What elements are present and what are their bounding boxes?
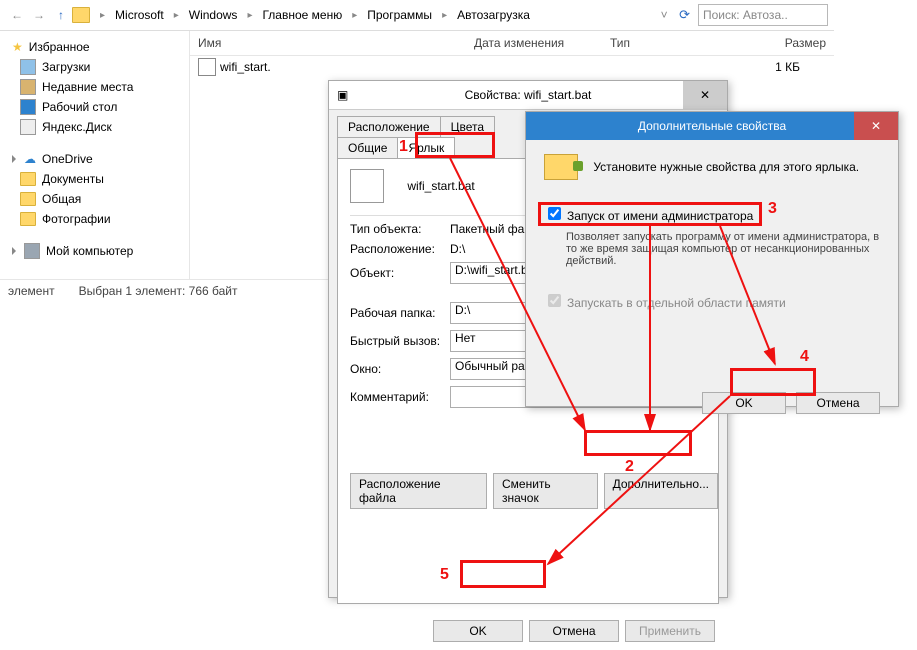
sidebar-label: Рабочий стол — [42, 100, 117, 114]
advanced-button[interactable]: Дополнительно... — [604, 473, 718, 509]
search-input[interactable]: Поиск: Автоза.. — [698, 4, 828, 26]
sidebar-item-documents[interactable]: Документы — [6, 169, 189, 189]
label-comment: Комментарий: — [350, 390, 450, 404]
label-window: Окно: — [350, 362, 450, 376]
advanced-ok-button[interactable]: OK — [702, 392, 786, 414]
file-icon — [198, 58, 216, 76]
col-name[interactable]: Имя — [190, 36, 466, 50]
properties-footer: OK Отмена Применить — [329, 612, 727, 650]
properties-ok-button[interactable]: OK — [433, 620, 523, 642]
sidebar-label: Яндекс.Диск — [42, 120, 112, 134]
separate-memory-checkbox: Запускать в отдельной области памяти — [544, 296, 786, 310]
breadcrumb-item[interactable]: Windows — [185, 6, 242, 24]
col-date[interactable]: Дата изменения — [466, 36, 602, 50]
advanced-folder-icon — [544, 154, 578, 180]
advanced-titlebar[interactable]: Дополнительные свойства ✕ — [526, 112, 898, 140]
nav-up-button[interactable]: ↑ — [50, 4, 72, 26]
tab-colors[interactable]: Цвета — [440, 116, 495, 137]
sidebar-label: Общая — [42, 192, 81, 206]
sidebar-label: Мой компьютер — [46, 244, 133, 258]
properties-titlebar[interactable]: ▣ Свойства: wifi_start.bat ✕ — [329, 81, 727, 110]
sidebar-label: Избранное — [29, 40, 90, 54]
change-icon-button[interactable]: Сменить значок — [493, 473, 598, 509]
breadcrumb-dropdown[interactable]: ˅ — [653, 4, 675, 26]
label-object-type: Тип объекта: — [350, 222, 450, 236]
explorer-toolbar: ← → ↑ ▸Microsoft ▸Windows ▸Главное меню … — [0, 0, 834, 31]
sidebar-item-shared[interactable]: Общая — [6, 189, 189, 209]
shortcut-file-name: wifi_start.bat — [407, 179, 474, 193]
label-workdir: Рабочая папка: — [350, 306, 450, 320]
label-hotkey: Быстрый вызов: — [350, 334, 450, 348]
explorer-sidebar: ★Избранное Загрузки Недавние места Рабоч… — [0, 31, 190, 279]
breadcrumb-item[interactable]: Главное меню — [258, 6, 346, 24]
sidebar-computer-header[interactable]: Мой компьютер — [6, 241, 189, 261]
refresh-button[interactable]: ⟳ — [679, 7, 690, 23]
open-file-location-button[interactable]: Расположение файла — [350, 473, 487, 509]
run-as-admin-checkbox[interactable]: Запуск от имени администратора — [544, 209, 753, 223]
status-selection: Выбран 1 элемент: 766 байт — [79, 284, 238, 298]
tab-shortcut[interactable]: Ярлык — [397, 137, 455, 158]
file-name: wifi_start. — [220, 60, 480, 74]
sidebar-label: OneDrive — [42, 152, 93, 166]
breadcrumb-item[interactable]: Автозагрузка — [453, 6, 534, 24]
sidebar-label: Документы — [42, 172, 104, 186]
sidebar-item-yandex[interactable]: Яндекс.Диск — [6, 117, 189, 137]
sidebar-label: Загрузки — [42, 60, 90, 74]
advanced-close-button[interactable]: ✕ — [854, 112, 898, 140]
label-location: Расположение: — [350, 242, 450, 256]
sidebar-item-desktop[interactable]: Рабочий стол — [6, 97, 189, 117]
separate-memory-label: Запускать в отдельной области памяти — [567, 296, 786, 310]
nav-back-button[interactable]: ← — [6, 4, 28, 26]
sidebar-item-photos[interactable]: Фотографии — [6, 209, 189, 229]
run-as-admin-desc: Позволяет запускать программу от имени а… — [566, 231, 880, 267]
tab-location[interactable]: Расположение — [337, 116, 441, 137]
breadcrumb-item[interactable]: Программы — [363, 6, 436, 24]
sidebar-item-downloads[interactable]: Загрузки — [6, 57, 189, 77]
shortcut-file-icon — [350, 169, 384, 203]
advanced-cancel-button[interactable]: Отмена — [796, 392, 880, 414]
breadcrumb[interactable]: ▸Microsoft ▸Windows ▸Главное меню ▸Прогр… — [96, 6, 534, 24]
label-target: Объект: — [350, 266, 450, 280]
properties-apply-button[interactable]: Применить — [625, 620, 715, 642]
file-size: 1 КБ — [720, 60, 800, 74]
properties-cancel-button[interactable]: Отмена — [529, 620, 619, 642]
title-icon: ▣ — [337, 88, 348, 102]
advanced-intro-text: Установите нужные свойства для этого ярл… — [593, 160, 873, 174]
folder-icon — [72, 7, 90, 23]
advanced-title-text: Дополнительные свойства — [638, 119, 786, 133]
advanced-dialog: Дополнительные свойства ✕ Установите нуж… — [525, 111, 899, 407]
separate-memory-input — [548, 294, 561, 307]
breadcrumb-item[interactable]: Microsoft — [111, 6, 168, 24]
nav-forward-button[interactable]: → — [28, 4, 50, 26]
sidebar-label: Недавние места — [42, 80, 133, 94]
col-size[interactable]: Размер — [738, 36, 834, 50]
properties-title-text: Свойства: wifi_start.bat — [465, 88, 592, 102]
sidebar-favorites-header[interactable]: ★Избранное — [6, 37, 189, 57]
sidebar-onedrive-header[interactable]: ☁OneDrive — [6, 149, 189, 169]
column-headers: Имя Дата изменения Тип Размер — [190, 31, 834, 56]
tab-general[interactable]: Общие — [337, 137, 398, 158]
run-as-admin-input[interactable] — [548, 207, 561, 220]
file-row[interactable]: wifi_start. 1 КБ — [190, 56, 834, 78]
status-count: элемент — [8, 284, 55, 298]
run-as-admin-label: Запуск от имени администратора — [567, 209, 753, 223]
col-type[interactable]: Тип — [602, 36, 738, 50]
sidebar-item-recent[interactable]: Недавние места — [6, 77, 189, 97]
properties-close-button[interactable]: ✕ — [683, 81, 727, 109]
sidebar-label: Фотографии — [42, 212, 111, 226]
